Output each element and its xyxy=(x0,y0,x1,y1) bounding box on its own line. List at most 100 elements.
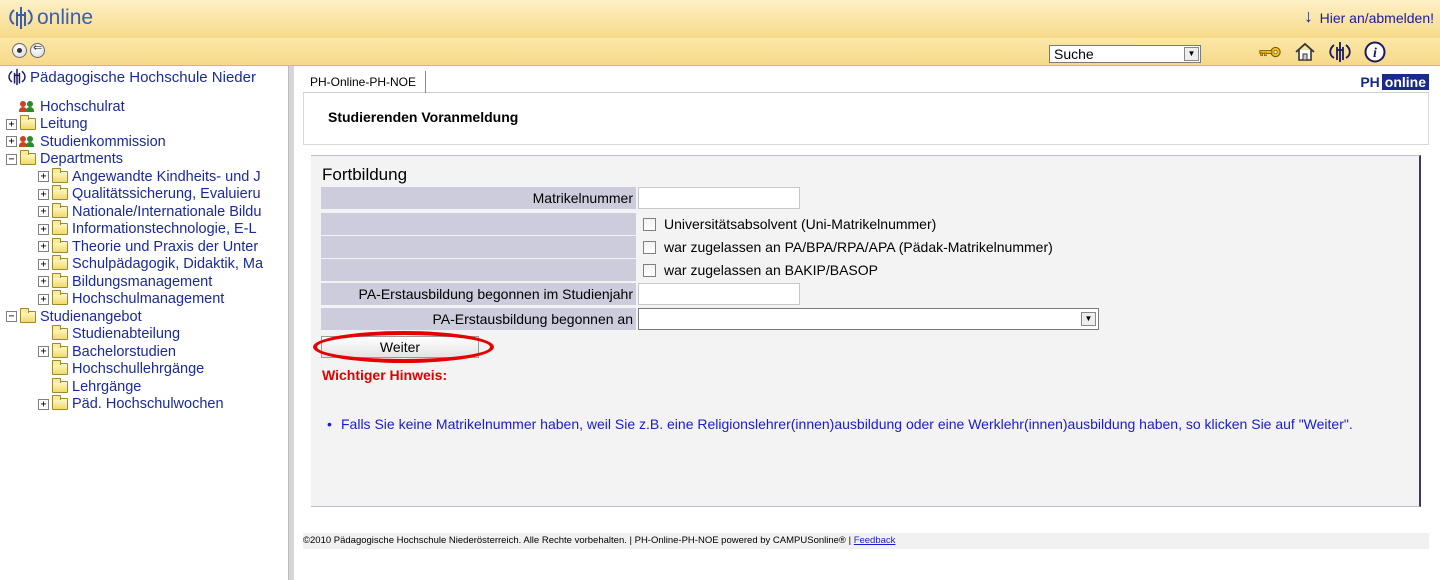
history-dot-icon[interactable] xyxy=(12,43,27,58)
sidebar-item[interactable]: + Studienkommission xyxy=(0,133,288,151)
sidebar-item-label: Lehrgänge xyxy=(72,378,142,395)
expand-icon[interactable]: + xyxy=(6,118,17,130)
footer: ©2010 Pädagogische Hochschule Niederöste… xyxy=(303,533,1429,549)
bakip-checkbox-row[interactable]: war zugelassen an BAKIP/BASOP xyxy=(643,262,878,278)
sidebar-item-label: Hochschullehrgänge xyxy=(72,361,205,378)
expand-icon[interactable]: + xyxy=(38,241,49,253)
expand-icon[interactable]: + xyxy=(6,136,17,148)
sidebar-item[interactable]: + Angewandte Kindheits- und J xyxy=(0,167,288,186)
expand-icon[interactable]: + xyxy=(38,171,49,183)
sidebar-item-label: Leitung xyxy=(40,116,88,133)
ph-online-logo[interactable]: online xyxy=(8,6,93,30)
sidebar-item[interactable]: + Päd. Hochschulwochen xyxy=(0,395,288,414)
people-icon xyxy=(19,135,36,148)
feedback-link[interactable]: Feedback xyxy=(854,535,896,546)
sidebar-item-label: Qualitätssicherung, Evaluieru xyxy=(72,186,261,203)
pa-at-select[interactable]: ▼ xyxy=(638,308,1099,330)
uni-label-cell xyxy=(321,213,636,235)
sidebar-item[interactable]: + Theorie und Praxis der Unter xyxy=(0,237,288,256)
expand-icon[interactable]: + xyxy=(38,346,49,358)
ph-icon[interactable] xyxy=(1328,41,1352,63)
folder-icon xyxy=(52,237,68,253)
matrikel-input[interactable] xyxy=(638,187,800,209)
tab-ph-online[interactable]: PH-Online-PH-NOE xyxy=(303,71,427,93)
sidebar-item[interactable]: − Departments xyxy=(0,150,288,169)
sidebar-root[interactable]: Pädagogische Hochschule Nieder xyxy=(8,68,256,86)
folder-icon xyxy=(52,202,68,218)
expand-icon[interactable]: + xyxy=(38,188,49,200)
page-title: Studierenden Voranmeldung xyxy=(328,109,519,125)
sidebar-splitter[interactable] xyxy=(288,66,294,580)
section-title: Fortbildung xyxy=(322,165,408,184)
uni-checkbox[interactable] xyxy=(643,217,656,231)
sidebar-item[interactable]: + Informationstechnologie, E-L xyxy=(0,220,288,239)
sidebar-item[interactable]: Lehrgänge xyxy=(0,377,288,396)
sidebar-item[interactable]: + Schulpädagogik, Didaktik, Ma xyxy=(0,255,288,274)
nav-buttons: ⇐ xyxy=(12,42,45,58)
sidebar-tree: Hochschulrat + Leitung + Studienkommission − D… xyxy=(0,98,288,413)
sidebar: Pädagogische Hochschule Nieder Hochschul… xyxy=(0,66,288,580)
collapse-icon[interactable]: − xyxy=(6,153,17,165)
bullet-icon: • xyxy=(327,416,332,432)
matrikel-label: Matrikelnummer xyxy=(321,187,636,209)
sidebar-item[interactable]: − Studienangebot xyxy=(0,307,288,326)
pa-checkbox-row[interactable]: war zugelassen an PA/BPA/RPA/APA (Pädak-… xyxy=(643,239,1053,255)
expand-icon[interactable]: + xyxy=(38,398,49,410)
sidebar-item[interactable]: + Qualitätssicherung, Evaluieru xyxy=(0,185,288,204)
ph-tree-icon xyxy=(8,68,26,86)
info-icon[interactable]: i xyxy=(1363,41,1387,63)
expand-icon[interactable]: + xyxy=(38,276,49,288)
folder-icon xyxy=(52,220,68,236)
ph-logo-icon xyxy=(8,6,34,30)
pa-label-cell xyxy=(321,236,636,258)
hint-text-body: Falls Sie keine Matrikelnummer haben, we… xyxy=(341,416,1353,432)
sidebar-item[interactable]: + Nationale/Internationale Bildu xyxy=(0,202,288,221)
sidebar-item[interactable]: Studienabteilung xyxy=(0,325,288,344)
expand-icon[interactable]: + xyxy=(38,206,49,218)
sidebar-item[interactable]: + Bildungsmanagement xyxy=(0,272,288,291)
sidebar-item-label: Päd. Hochschulwochen xyxy=(72,396,224,413)
chevron-down-icon[interactable]: ▼ xyxy=(1081,312,1096,326)
folder-icon xyxy=(52,325,68,341)
folder-icon xyxy=(52,272,68,288)
folder-icon xyxy=(52,290,68,306)
bakip-checkbox-label: war zugelassen an BAKIP/BASOP xyxy=(664,262,878,278)
svg-text:i: i xyxy=(1373,46,1377,61)
sidebar-item-label: Bachelorstudien xyxy=(72,343,176,360)
back-arrow-icon[interactable]: ⇐ xyxy=(30,42,45,58)
top-banner: online ↓ Hier an/abmelden! xyxy=(0,0,1440,38)
expand-icon[interactable]: + xyxy=(38,293,49,305)
ph-online-badge: PH online xyxy=(1358,74,1429,90)
sidebar-item-label: Studienkommission xyxy=(40,133,166,150)
chevron-down-icon[interactable]: ▼ xyxy=(1184,47,1199,61)
folder-icon xyxy=(52,185,68,201)
pa-year-input[interactable] xyxy=(638,283,800,305)
sidebar-item[interactable]: Hochschulrat xyxy=(0,98,288,116)
expand-icon[interactable]: + xyxy=(38,258,49,270)
pa-checkbox[interactable] xyxy=(643,240,656,254)
sidebar-item[interactable]: + Hochschulmanagement xyxy=(0,290,288,309)
sidebar-item[interactable]: Hochschullehrgänge xyxy=(0,360,288,379)
sidebar-root-label: Pädagogische Hochschule Nieder xyxy=(30,68,256,86)
sidebar-item-label: Departments xyxy=(40,151,124,168)
sidebar-item[interactable]: + Leitung xyxy=(0,115,288,134)
login-link[interactable]: Hier an/abmelden! xyxy=(1320,10,1434,26)
toolbar-icons: i xyxy=(1258,40,1387,64)
expand-icon[interactable]: + xyxy=(38,223,49,235)
folder-icon xyxy=(52,167,68,183)
search-select[interactable]: Suche ▼ xyxy=(1049,45,1201,63)
sidebar-item-label: Bildungsmanagement xyxy=(72,273,213,290)
search-select-value: Suche xyxy=(1054,46,1094,62)
key-icon[interactable] xyxy=(1258,41,1282,63)
bakip-checkbox[interactable] xyxy=(643,263,656,277)
folder-icon xyxy=(52,360,68,376)
uni-checkbox-row[interactable]: Universitätsabsolvent (Uni-Matrikelnumme… xyxy=(643,216,936,232)
hint-text: • Falls Sie keine Matrikelnummer haben, … xyxy=(327,416,1401,433)
hint-title: Wichtiger Hinweis: xyxy=(322,367,448,383)
collapse-icon[interactable]: − xyxy=(6,311,17,323)
sidebar-item-label: Schulpädagogik, Didaktik, Ma xyxy=(72,256,264,273)
folder-icon xyxy=(20,115,36,131)
folder-icon xyxy=(52,377,68,393)
sidebar-item[interactable]: + Bachelorstudien xyxy=(0,342,288,361)
home-icon[interactable] xyxy=(1293,41,1317,63)
